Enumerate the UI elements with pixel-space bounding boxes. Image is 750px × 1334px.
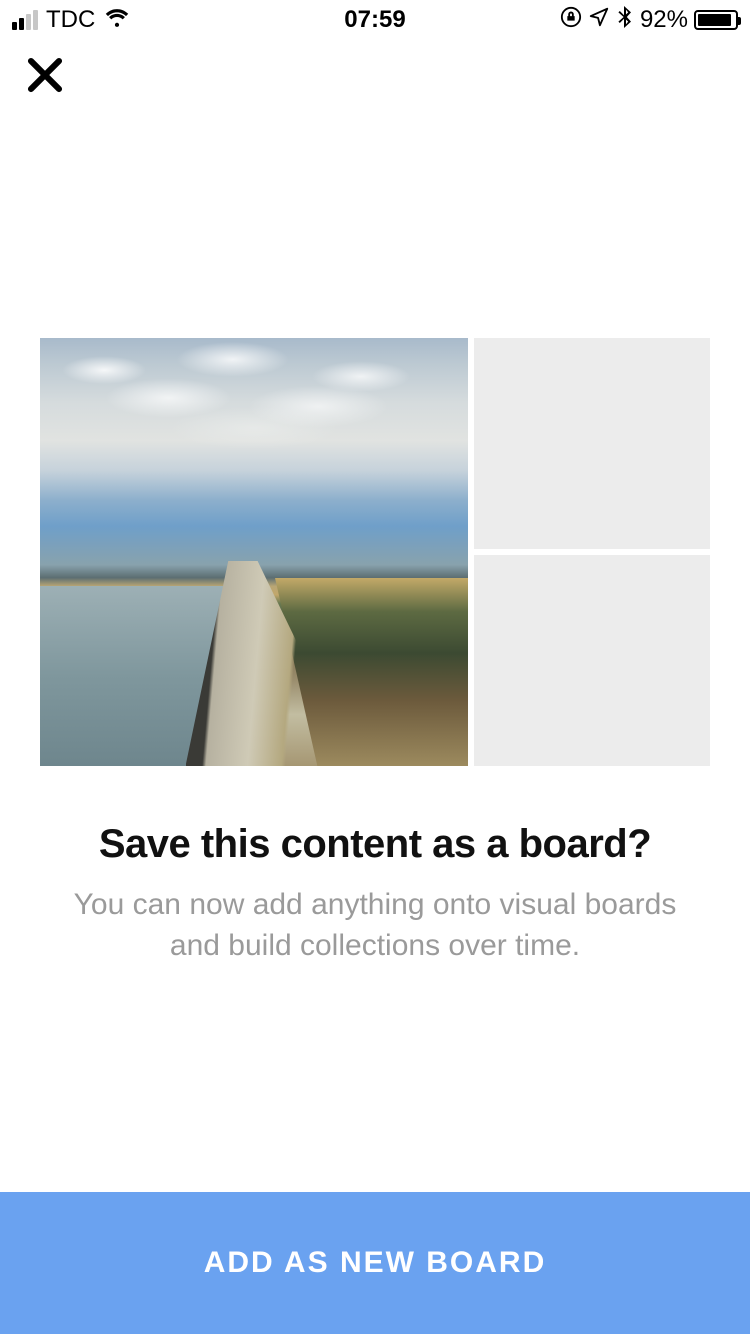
collage-main-image [40, 338, 468, 766]
clock: 07:59 [344, 6, 405, 34]
status-bar: TDC 07:59 92% [0, 0, 750, 40]
add-as-new-board-button[interactable]: ADD AS NEW BOARD [0, 1192, 750, 1334]
collage-side [474, 338, 710, 766]
battery-icon [694, 10, 738, 30]
wifi-icon [103, 6, 131, 35]
board-preview-collage [40, 338, 710, 766]
dialog-heading: Save this content as a board? [40, 822, 710, 867]
carrier-label: TDC [46, 6, 95, 34]
signal-icon [12, 10, 38, 30]
collage-slot-empty [474, 555, 710, 766]
cta-label: ADD AS NEW BOARD [204, 1246, 547, 1280]
battery-percent: 92% [640, 6, 688, 34]
close-icon [24, 54, 66, 96]
status-right: 92% [560, 5, 738, 36]
status-left: TDC [12, 6, 131, 35]
collage-slot-empty [474, 338, 710, 549]
dialog-subtext: You can now add anything onto visual boa… [60, 885, 690, 966]
bluetooth-icon [616, 5, 634, 36]
location-icon [588, 6, 610, 35]
orientation-lock-icon [560, 6, 582, 35]
close-button[interactable] [20, 50, 70, 100]
